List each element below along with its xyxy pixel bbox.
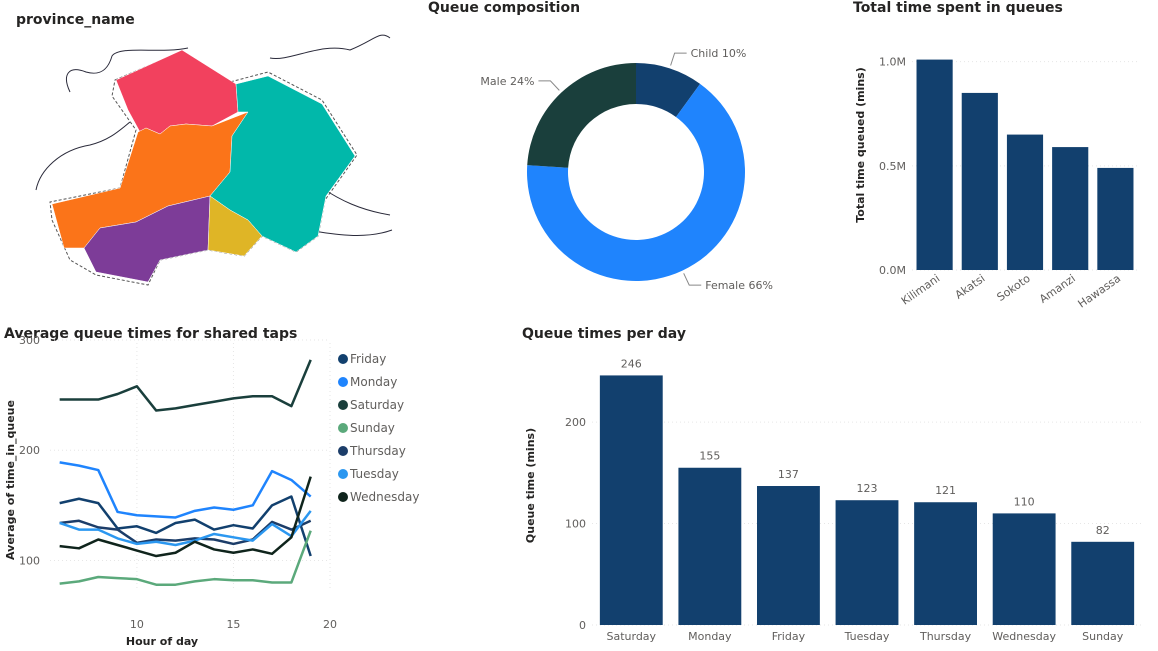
x-tick-label: Sokoto xyxy=(995,272,1033,304)
y-tick-label: 200 xyxy=(19,444,40,457)
donut-slice-male xyxy=(527,63,636,168)
data-label: 155 xyxy=(699,450,720,463)
avg-queue-line-chart: 100 200 300 10 15 20 Friday Monday Saturday Sunda… xyxy=(4,334,419,648)
bar-wednesday xyxy=(992,513,1056,625)
x-tick-label: 10 xyxy=(130,618,144,631)
x-tick-label: 20 xyxy=(323,618,337,631)
bar-tuesday xyxy=(835,500,899,625)
x-tick-label: Saturday xyxy=(606,630,656,643)
data-label: 137 xyxy=(778,468,799,481)
y-tick-label: 100 xyxy=(565,518,586,531)
legend-label-thursday: Thursday xyxy=(349,444,406,458)
bar-sunday xyxy=(1071,541,1135,625)
legend-marker-monday xyxy=(338,377,348,387)
x-tick-label: Wednesday xyxy=(992,630,1056,643)
bar-akatsi xyxy=(961,92,998,271)
y-axis-label: Total time queued (mins) xyxy=(854,67,867,223)
province-map xyxy=(35,34,393,286)
donut-leader-female xyxy=(683,273,702,286)
x-tick-label: 15 xyxy=(226,618,240,631)
bar-amanzi xyxy=(1052,147,1089,270)
legend-marker-tuesday xyxy=(338,469,348,479)
legend-label-tuesday: Tuesday xyxy=(349,467,399,481)
data-label: 121 xyxy=(935,484,956,497)
queue-per-day-bar-chart: 0 100 200 Saturday 246 Monday 155 Friday 137 Tues… xyxy=(524,357,1142,643)
map-border-line xyxy=(321,187,391,216)
data-label: 82 xyxy=(1096,524,1110,537)
donut-label-female: Female 66% xyxy=(705,279,773,292)
legend-label-friday: Friday xyxy=(350,352,386,366)
x-tick-label: Friday xyxy=(772,630,806,643)
legend-marker-saturday xyxy=(338,400,348,410)
y-tick-label: 1.0M xyxy=(879,56,906,69)
y-axis-label: Queue time (mins) xyxy=(524,428,537,543)
y-tick-label: 0.5M xyxy=(879,160,906,173)
bar-saturday xyxy=(599,375,663,625)
map-border-line xyxy=(269,34,391,60)
y-tick-label: 300 xyxy=(19,334,40,347)
x-tick-label: Hawassa xyxy=(1076,272,1124,311)
x-axis-label: Hour of day xyxy=(126,635,198,648)
x-tick-label: Monday xyxy=(688,630,732,643)
legend-marker-friday xyxy=(338,354,348,364)
line-series-wednesday xyxy=(59,476,312,558)
line-series-monday xyxy=(59,461,312,519)
y-tick-label: 200 xyxy=(565,416,586,429)
y-tick-label: 0 xyxy=(579,619,586,632)
donut-leader-child xyxy=(670,52,687,66)
line-series-saturday xyxy=(59,359,312,412)
legend-marker-thursday xyxy=(338,446,348,456)
queue-composition-donut: Child 10% Female 66% Male 24% xyxy=(480,47,773,292)
legend-label-monday: Monday xyxy=(350,375,397,389)
legend-label-saturday: Saturday xyxy=(350,398,404,412)
x-tick-label: Amanzi xyxy=(1037,272,1078,306)
donut-title: Queue composition xyxy=(428,0,581,16)
legend-marker-wednesday xyxy=(338,492,348,502)
map-border-line xyxy=(35,121,131,191)
data-label: 123 xyxy=(857,482,878,495)
x-tick-label: Akatsi xyxy=(953,272,988,302)
data-label: 246 xyxy=(621,357,642,370)
x-tick-label: Kilimani xyxy=(899,272,942,308)
x-tick-label: Sunday xyxy=(1082,630,1124,643)
bar-monday xyxy=(678,467,742,625)
x-tick-label: Tuesday xyxy=(844,630,890,643)
donut-leader-male xyxy=(538,80,560,91)
donut-label-male: Male 24% xyxy=(480,75,534,88)
bar-hawassa xyxy=(1097,167,1134,270)
y-tick-label: 100 xyxy=(19,554,40,567)
total-title: Total time spent in queues xyxy=(853,0,1063,16)
bar-kilimani xyxy=(916,59,953,271)
data-label: 110 xyxy=(1014,495,1035,508)
donut-label-child: Child 10% xyxy=(691,47,747,60)
y-axis-label: Average of time_in_queue xyxy=(4,400,17,560)
legend-label-sunday: Sunday xyxy=(350,421,395,435)
map-province-1 xyxy=(115,49,239,135)
legend-label-wednesday: Wednesday xyxy=(350,490,419,504)
bar-friday xyxy=(757,486,820,625)
bar-sokoto xyxy=(1006,134,1044,270)
legend-marker-sunday xyxy=(338,423,348,433)
bar-thursday xyxy=(914,502,977,625)
x-tick-label: Thursday xyxy=(919,630,972,643)
total-time-bar-chart: 0.0M 0.5M 1.0M Kilimani Akatsi Sokoto AmanziHa… xyxy=(854,56,1138,311)
y-tick-label: 0.0M xyxy=(879,264,906,277)
